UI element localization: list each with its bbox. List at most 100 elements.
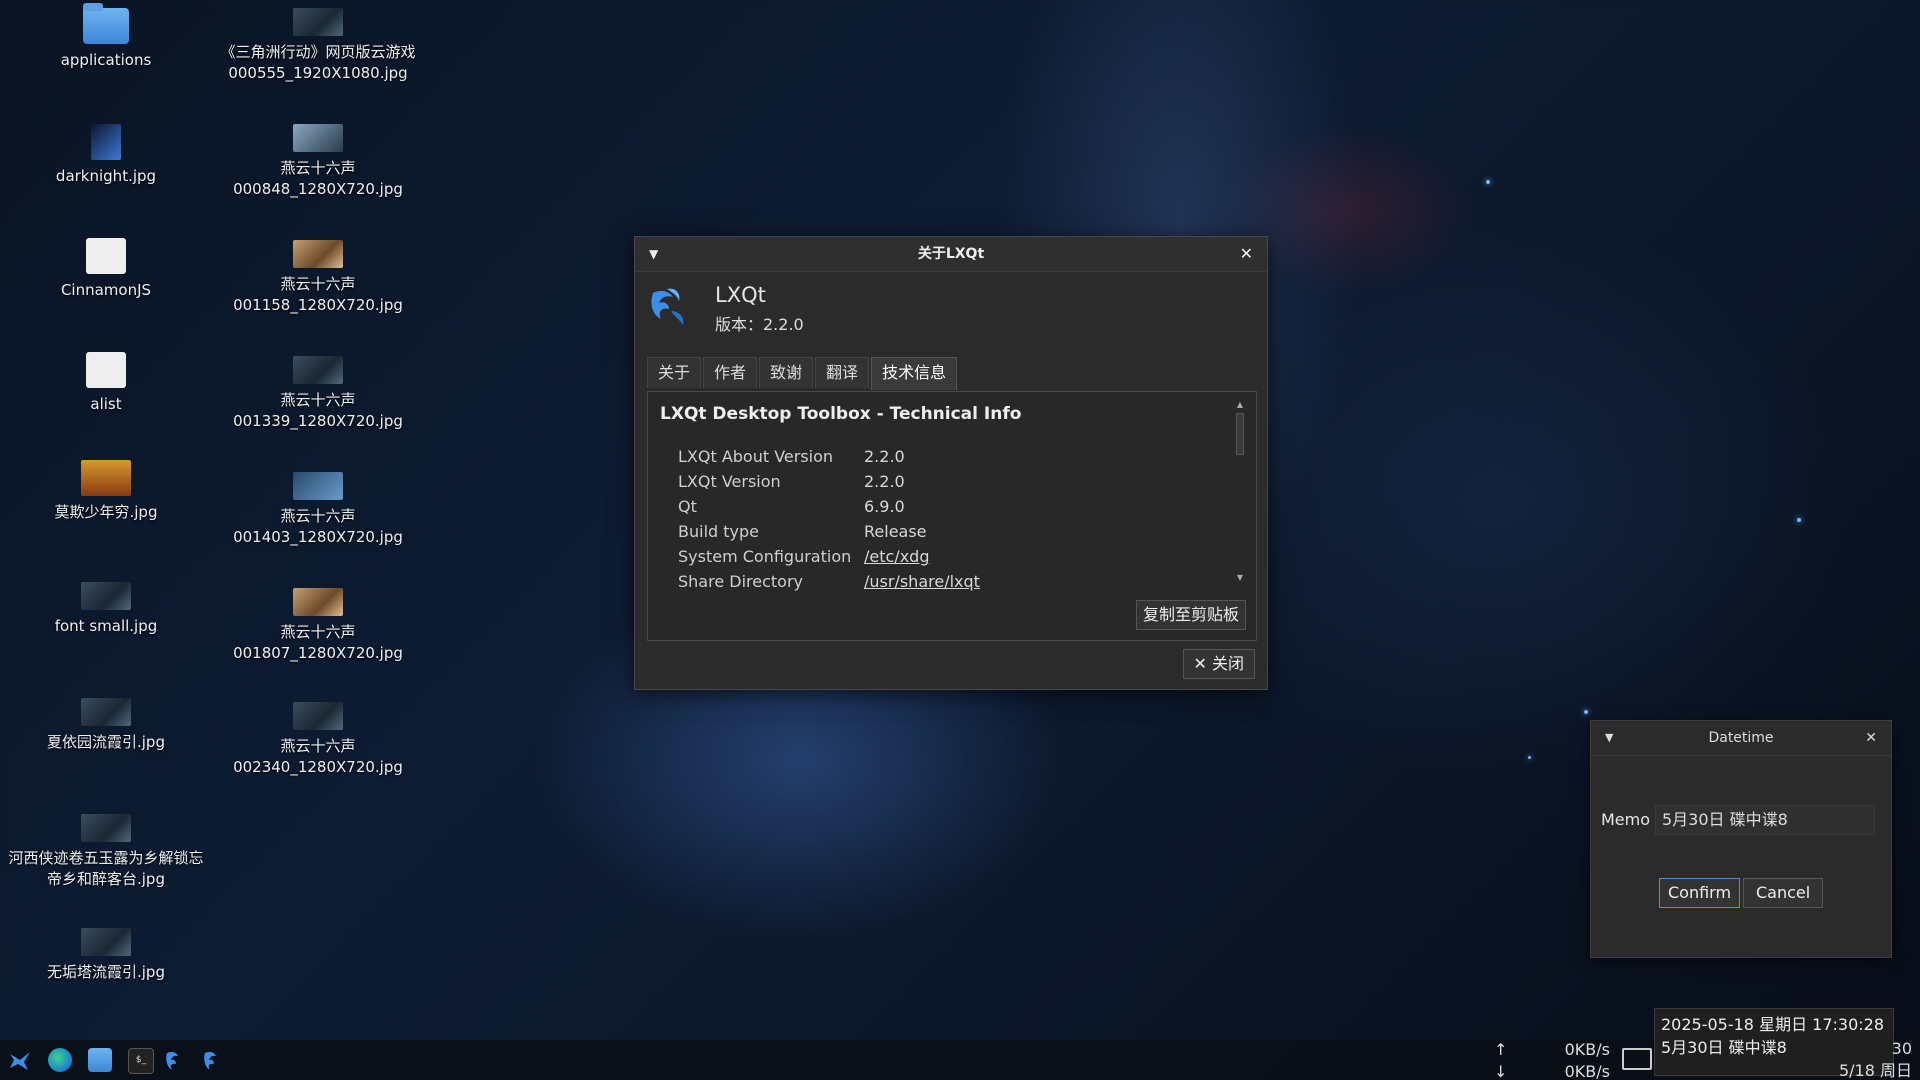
info-value: Release [864,522,927,541]
copy-to-clipboard-button[interactable]: 复制至剪贴板 [1135,600,1246,630]
terminal-icon[interactable]: $_ [128,1048,154,1074]
info-key: LXQt About Version [678,447,834,466]
desktop-icon-label: 001158_1280X720.jpg [233,296,403,314]
image-thumbnail-icon [293,240,343,268]
lxqt-about-task-icon[interactable] [164,1048,188,1072]
desktop-icon-label: CinnamonJS [60,281,152,299]
desktop-icon-label: 000848_1280X720.jpg [233,180,403,198]
vertical-scrollbar[interactable]: ▲ ▼ [1234,400,1246,594]
confirm-button[interactable]: Confirm [1659,878,1741,908]
image-thumbnail-icon [81,460,131,496]
desktop-icon-yanyun-4[interactable]: 燕云十六声 001403_1280X720.jpg [218,472,418,548]
desktop-icon-label: 燕云十六声 [280,275,356,293]
tooltip-datetime: 2025-05-18 星期日 17:30:28 [1661,1015,1885,1034]
desktop-icon-applications[interactable]: applications [6,3,206,71]
clock-date: 5/18 周日 [1838,1061,1912,1080]
desktop-icon-label: applications [60,51,152,69]
app-header: LXQt 版本：2.2.0 [647,283,1247,334]
memo-input[interactable]: 5月30日 碟中谍8 [1655,805,1875,835]
desktop-icon-label: 002340_1280X720.jpg [233,758,403,776]
image-thumbnail-icon [81,928,131,956]
desktop-icon-poster[interactable]: 莫欺少年穷.jpg [6,460,206,523]
tab-authors[interactable]: 作者 [703,357,758,388]
keyboard-icon[interactable] [1622,1048,1652,1070]
desktop-icon-yanyun-5[interactable]: 燕云十六声 001807_1280X720.jpg [218,588,418,664]
desktop-icon-label: 燕云十六声 [280,391,356,409]
app-version: 版本：2.2.0 [715,315,804,334]
desktop-icon-delta-force[interactable]: 《三角洲行动》网页版云游戏 000555_1920X1080.jpg [218,8,418,84]
info-value: 2.2.0 [864,472,905,491]
app-name: LXQt [715,283,766,307]
info-row: Share Directory/usr/share/lxqt [678,569,980,594]
browser-icon[interactable] [48,1048,72,1072]
desktop-icon-font-small[interactable]: font small.jpg [6,582,206,637]
close-icon[interactable]: ✕ [1865,721,1877,755]
image-thumbnail-icon [81,814,131,842]
tab-translations[interactable]: 翻译 [815,357,870,388]
info-key: Qt [678,497,697,516]
scroll-up-icon[interactable]: ▲ [1234,400,1246,409]
lxqt-datetime-task-icon[interactable] [202,1048,226,1072]
close-icon[interactable]: ✕ [1240,237,1253,271]
tab-thanks[interactable]: 致谢 [759,357,814,388]
info-key: Build type [678,522,759,541]
image-thumbnail-icon [293,702,343,730]
info-row: Build type Release [678,519,980,544]
info-value: 6.9.0 [864,497,905,516]
window-menu-icon[interactable]: ▼ [649,237,658,271]
desktop-icon-yanyun-6[interactable]: 燕云十六声 002340_1280X720.jpg [218,702,418,778]
desktop-icon-alist[interactable]: alist [6,352,206,415]
lxqt-logo-icon [651,288,684,325]
desktop-icon-label: 燕云十六声 [280,159,356,177]
taskbar-clock[interactable]: 30 5/18 周日 [1839,1038,1912,1080]
desktop-icon-wugouta[interactable]: 无垢塔流霞引.jpg [6,928,206,983]
desktop-icon-label: 夏依园流霞引.jpg [47,733,165,751]
desktop-icon-label: 《三角洲行动》网页版云游戏 [220,43,416,61]
desktop-icon-yanyun-1[interactable]: 燕云十六声 000848_1280X720.jpg [218,124,418,200]
cancel-button[interactable]: Cancel [1743,878,1824,908]
desktop-icon-hexi[interactable]: 河西侠迹卷五玉露为乡解锁忘 帝乡和醉客台.jpg [6,814,206,890]
info-key: System Configuration [678,547,852,566]
system-config-link[interactable]: /etc/xdg [864,547,929,566]
desktop-icon-label: 燕云十六声 [280,507,356,525]
panel-heading: LXQt Desktop Toolbox - Technical Info [660,404,1022,424]
file-manager-icon[interactable] [88,1048,112,1072]
scrollbar-thumb[interactable] [1236,413,1244,455]
start-menu-icon[interactable] [8,1048,32,1072]
desktop-icon-darknight[interactable]: darknight.jpg [6,124,206,187]
desktop-icon-label: 001807_1280X720.jpg [233,644,403,662]
desktop-icon-label: alist [90,395,122,413]
info-value: 2.2.0 [864,447,905,466]
dialog-titlebar[interactable]: ▼ 关于LXQt ✕ [635,237,1267,272]
info-row: LXQt About Version 2.2.0 [678,444,980,469]
image-thumbnail-icon [293,588,343,616]
document-icon [86,238,126,274]
desktop-icon-xiayiyuan[interactable]: 夏依园流霞引.jpg [6,698,206,753]
image-thumbnail-icon [293,472,343,500]
window-menu-icon[interactable]: ▼ [1605,721,1613,755]
scroll-down-icon[interactable]: ▼ [1234,573,1246,582]
tab-technical-info[interactable]: 技术信息 [871,357,958,390]
desktop-icon-yanyun-3[interactable]: 燕云十六声 001339_1280X720.jpg [218,356,418,432]
desktop-icon-label: 001339_1280X720.jpg [233,412,403,430]
desktop-icon-cinnamonjs[interactable]: CinnamonJS [6,238,206,301]
star [1584,710,1588,714]
desktop-icon-label: 莫欺少年穷.jpg [54,503,158,521]
star [1486,180,1490,184]
close-button[interactable]: ✕ 关闭 [1182,649,1255,679]
star [1528,756,1531,759]
desktop-icon-label: 000555_1920X1080.jpg [228,64,408,82]
share-directory-link[interactable]: /usr/share/lxqt [864,572,980,591]
info-key: Share Directory [678,572,803,591]
desktop-icon-label: darknight.jpg [55,167,157,185]
info-row: System Configuration/etc/xdg [678,544,980,569]
upload-speed: 0KB/s [1564,1040,1610,1059]
desktop-icon-label: font small.jpg [54,617,158,635]
upload-arrow-icon: ↑ [1494,1040,1508,1059]
desktop-icon-yanyun-2[interactable]: 燕云十六声 001158_1280X720.jpg [218,240,418,316]
desktop-icon-label: 帝乡和醉客台.jpg [47,870,165,888]
image-thumbnail-icon [81,582,131,610]
tab-about[interactable]: 关于 [647,357,702,388]
dialog-titlebar[interactable]: ▼ Datetime ✕ [1591,721,1891,756]
download-speed: 0KB/s [1564,1062,1610,1080]
